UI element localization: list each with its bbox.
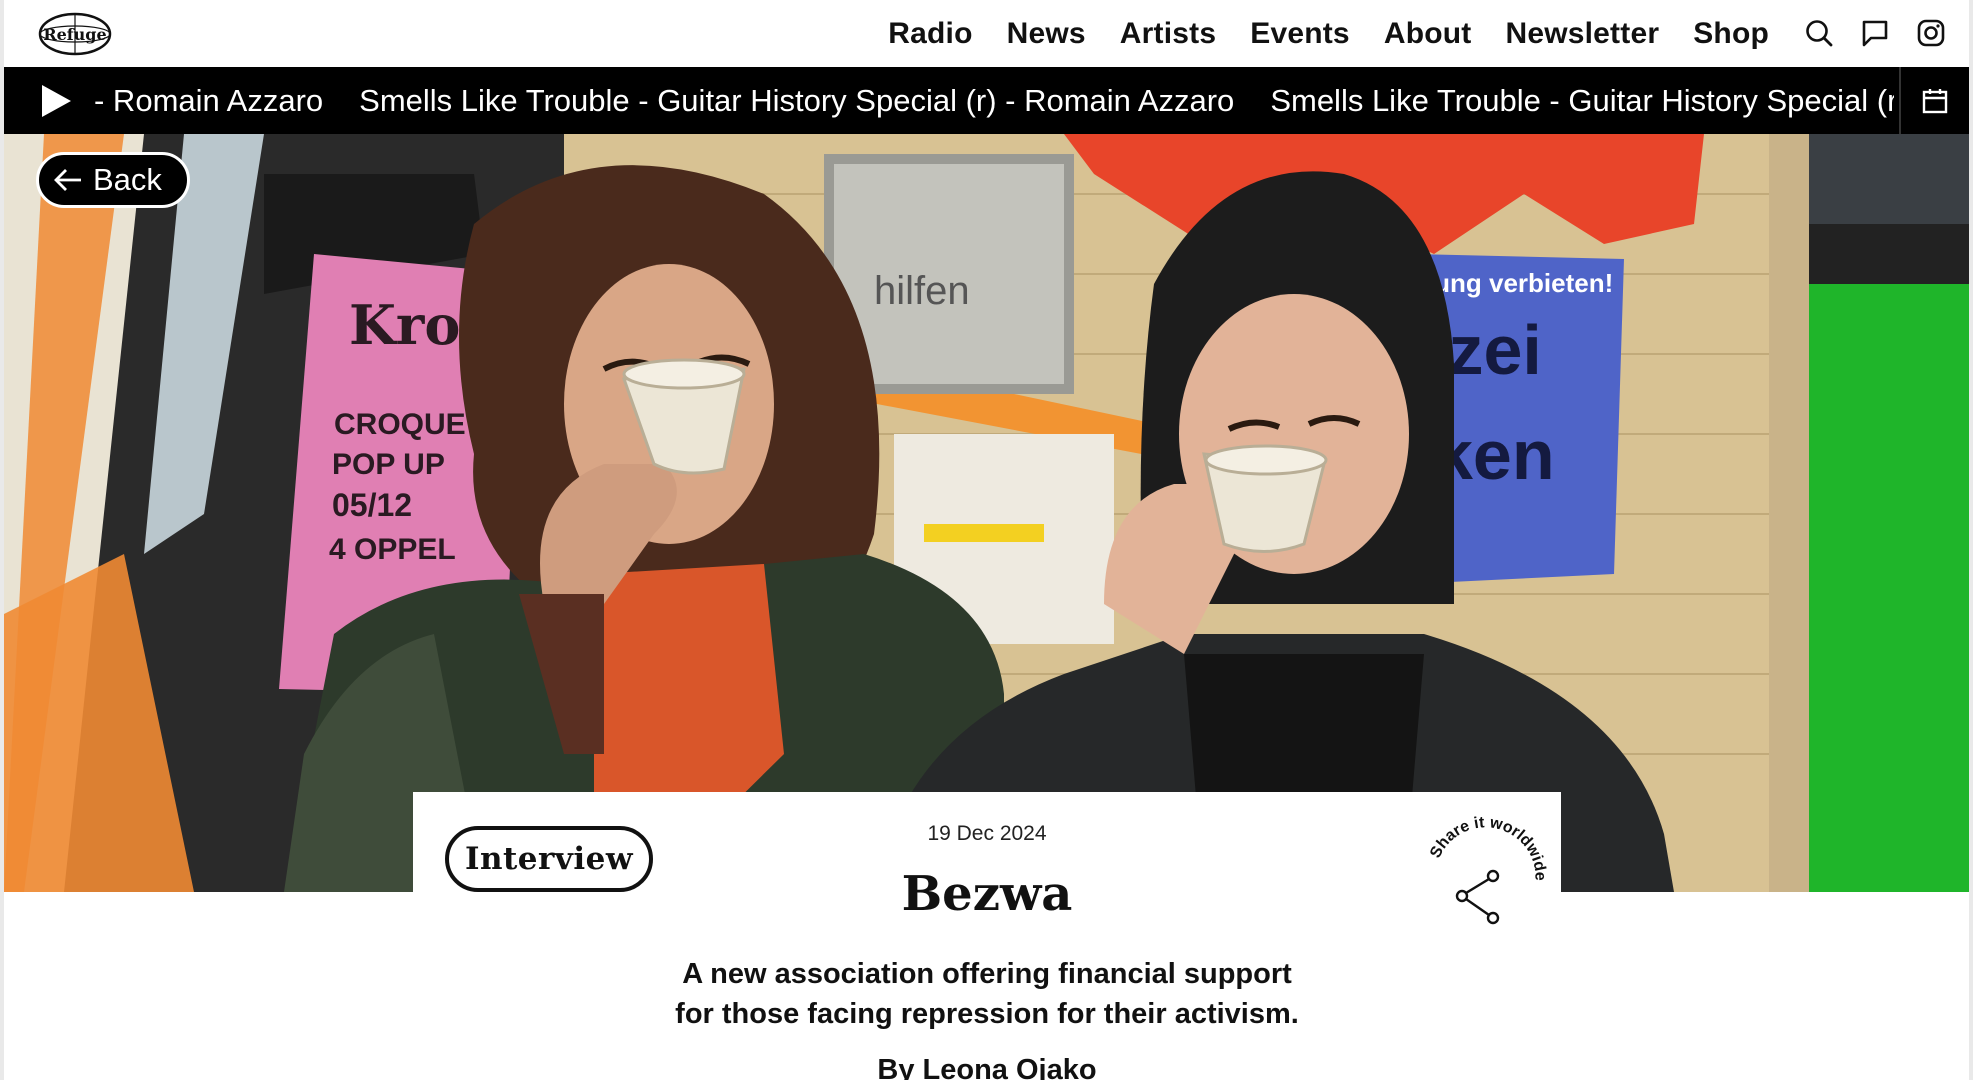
site-header: Refuge Radio News Artists Events About N…	[4, 0, 1969, 67]
ticker-item: Smells Like Trouble - Guitar History Spe…	[359, 82, 1235, 118]
back-label: Back	[93, 162, 162, 197]
article-subtitle-line: for those facing repression for their ac…	[675, 998, 1299, 1030]
ticker-item: Smells Like Trouble - Guitar History Spe…	[1270, 82, 1894, 118]
article-date: 19 Dec 2024	[927, 822, 1047, 845]
svg-text:POP UP: POP UP	[332, 448, 445, 481]
nav-about[interactable]: About	[1384, 17, 1472, 51]
nav-newsletter[interactable]: Newsletter	[1505, 17, 1659, 51]
ticker-track[interactable]: - Romain Azzaro Smells Like Trouble - Gu…	[94, 67, 1894, 134]
share-text: Share it worldwide	[1427, 814, 1547, 881]
article-subtitle-line: A new association offering financial sup…	[682, 958, 1292, 990]
arrow-left-icon	[54, 169, 81, 191]
share-icon	[1455, 869, 1500, 925]
hero-image: Kroc CROQUE POP UP 05/12 4 OPPEL hilfen …	[4, 134, 1969, 892]
svg-text:hilfen: hilfen	[874, 269, 970, 313]
search-icon[interactable]	[1801, 15, 1837, 51]
instagram-icon[interactable]	[1913, 15, 1949, 51]
site-logo[interactable]: Refuge	[37, 12, 113, 56]
logo-text: Refuge	[43, 25, 106, 44]
hero-photo-illustration: Kroc CROQUE POP UP 05/12 4 OPPEL hilfen …	[4, 134, 1969, 892]
ticker-item: - Romain Azzaro	[94, 82, 324, 118]
nav-news[interactable]: News	[1007, 17, 1086, 51]
nav-events[interactable]: Events	[1250, 17, 1350, 51]
share-button[interactable]: Share it worldwide	[1417, 814, 1549, 944]
article-subtitle: A new association offering financial sup…	[413, 954, 1561, 1034]
svg-text:CROQUE: CROQUE	[334, 408, 466, 441]
article-byline: By Leona Ojako	[877, 1054, 1097, 1080]
nav-shop[interactable]: Shop	[1693, 17, 1769, 51]
svg-text:05/12: 05/12	[332, 487, 412, 523]
svg-text:rung verbieten!: rung verbieten!	[1424, 268, 1613, 298]
play-icon[interactable]	[38, 83, 74, 119]
now-playing-ticker: - Romain Azzaro Smells Like Trouble - Gu…	[4, 67, 1969, 134]
nav-artists[interactable]: Artists	[1120, 17, 1216, 51]
calendar-icon[interactable]	[1899, 67, 1969, 134]
svg-text:4 OPPEL: 4 OPPEL	[329, 533, 456, 566]
back-button[interactable]: Back	[36, 152, 190, 208]
article-title: Bezwa	[901, 866, 1073, 922]
chat-icon[interactable]	[1857, 15, 1893, 51]
header-icons	[1801, 15, 1949, 51]
main-nav: Radio News Artists Events About Newslett…	[888, 0, 1769, 67]
article-header-card: Interview 19 Dec 2024 Bezwa A new associ…	[413, 792, 1561, 1080]
nav-radio[interactable]: Radio	[888, 17, 972, 51]
